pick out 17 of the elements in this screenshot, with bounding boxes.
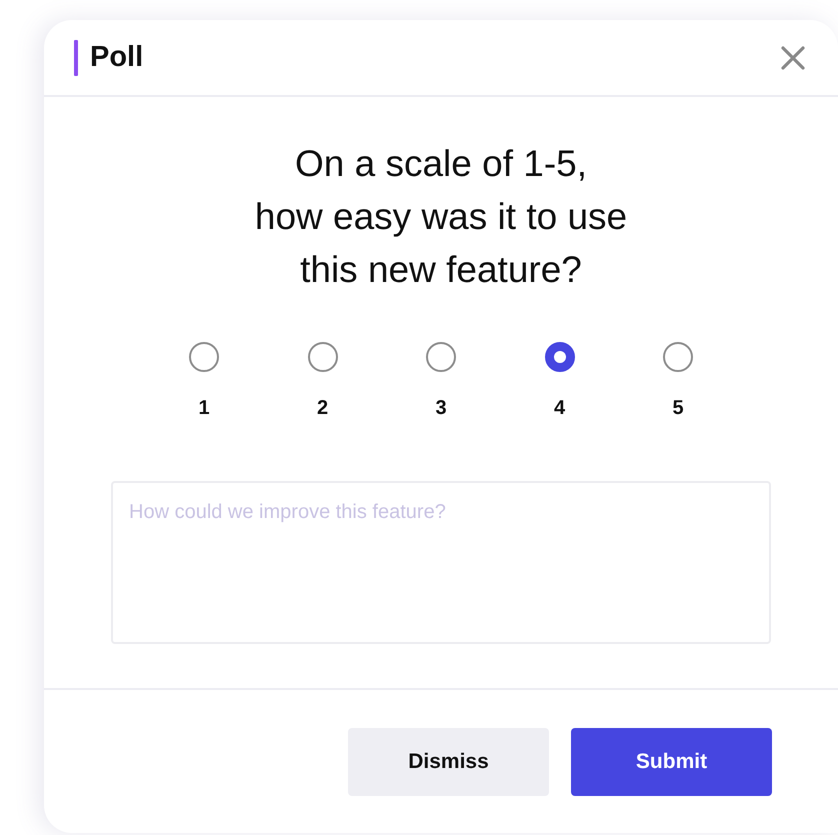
radio-button[interactable]: [663, 342, 693, 372]
option-label: 2: [316, 396, 328, 420]
question-text: On a scale of 1-5, how easy was it to use this new feature?: [254, 142, 628, 292]
radio-button[interactable]: [544, 342, 574, 372]
accent-bar: [74, 40, 78, 76]
radio-button[interactable]: [426, 342, 456, 372]
dialog-title: Poll: [90, 41, 144, 74]
dismiss-button[interactable]: Dismiss: [348, 728, 549, 796]
option-label: 3: [435, 396, 447, 420]
submit-button[interactable]: Submit: [571, 728, 772, 796]
close-icon: [780, 44, 806, 70]
radio-button[interactable]: [189, 342, 219, 372]
feedback-field[interactable]: How could we improve this feature?: [111, 481, 771, 644]
option-label: 4: [554, 396, 566, 420]
option-label: 1: [198, 396, 210, 420]
radio-button[interactable]: [308, 342, 338, 372]
option-label: 5: [672, 396, 684, 420]
